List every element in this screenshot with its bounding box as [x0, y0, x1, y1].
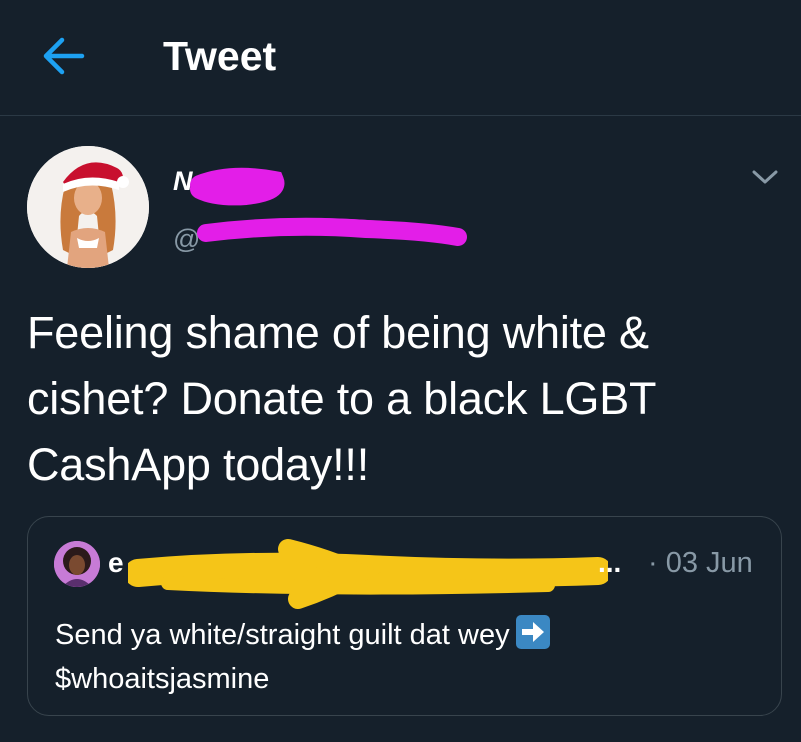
quoted-tweet-text: Send ya white/straight guilt dat wey $wh…: [55, 613, 755, 701]
arrow-left-icon: [43, 37, 85, 75]
quoted-tweet-date: · 03 Jun: [648, 547, 753, 579]
quoted-tweet-card[interactable]: e ... · 03 Jun Send ya white/straight gu…: [27, 516, 782, 716]
quoted-text-line-1: Send ya white/straight guilt dat wey: [55, 613, 755, 657]
page-title: Tweet: [163, 33, 277, 79]
author-avatar[interactable]: [27, 146, 149, 268]
quoted-text-line-1-content: Send ya white/straight guilt dat wey: [55, 619, 510, 651]
redaction-scribble: [190, 167, 467, 246]
quoted-author-avatar: [54, 541, 100, 587]
quoted-text-line-2[interactable]: $whoaitsjasmine: [55, 657, 755, 701]
tweet-detail-page: Tweet N @ Feeling shame of being white &…: [0, 0, 801, 742]
right-arrow-emoji-icon: [515, 615, 550, 649]
quoted-author-name: e: [108, 547, 124, 578]
quoted-name-ellipsis: ...: [598, 547, 622, 578]
redaction-scribble-yellow: [128, 539, 608, 609]
chevron-down-icon: [752, 170, 778, 184]
tweet-menu-button[interactable]: [748, 160, 782, 194]
back-button[interactable]: [36, 28, 92, 84]
quoted-avatar-image: [54, 541, 100, 587]
avatar-image: [27, 146, 149, 268]
top-app-bar: Tweet: [0, 0, 801, 116]
tweet-text: Feeling shame of being white & cishet? D…: [27, 307, 657, 490]
